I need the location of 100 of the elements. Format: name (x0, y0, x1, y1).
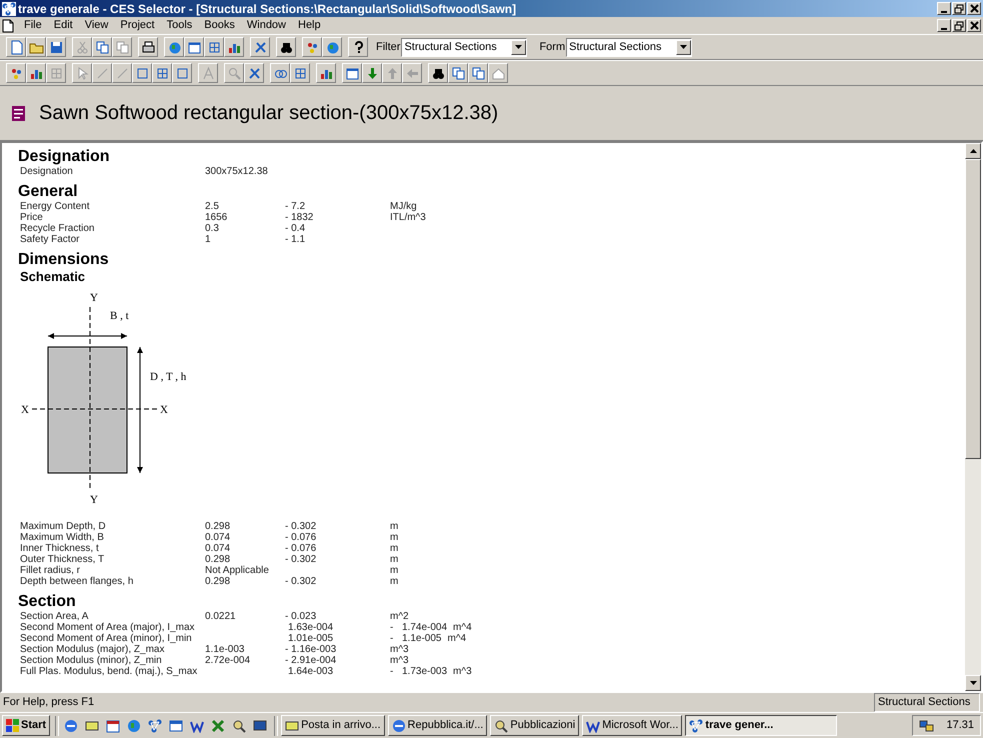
grid-button[interactable] (46, 63, 66, 83)
property-value: - 1832 (285, 212, 314, 223)
rings-button[interactable] (270, 63, 290, 83)
status-panel: Structural Sections (874, 693, 980, 712)
section-heading: Dimensions (18, 251, 109, 269)
copy-button[interactable] (92, 37, 112, 57)
taskbar-button[interactable]: Repubblica.it/... (388, 715, 488, 736)
chart-button[interactable] (224, 37, 244, 57)
menu-item[interactable]: View (78, 17, 114, 34)
unit-label: m^4 (447, 633, 466, 644)
letter-icon (200, 66, 216, 80)
help-button[interactable] (348, 37, 368, 57)
menu-item[interactable]: Books (198, 17, 241, 34)
window-icon (344, 66, 360, 80)
open-folder-button[interactable] (26, 37, 46, 57)
grid-button[interactable] (204, 37, 224, 57)
property-value: - 0.302 (285, 554, 318, 565)
clock: 17.31 (946, 718, 974, 734)
app-icon (2, 2, 16, 16)
window-button[interactable] (342, 63, 362, 83)
window-icon (169, 718, 184, 732)
property-label: Full Plas. Modulus, bend. (maj.), S_max (20, 666, 198, 677)
up-arrow-button[interactable] (382, 63, 402, 83)
range-dash: - (390, 622, 394, 633)
print-button[interactable] (138, 37, 158, 57)
restore-button[interactable] (952, 2, 966, 15)
menu-item[interactable]: Window (240, 17, 292, 34)
dots-button[interactable] (302, 37, 322, 57)
rectangle-button[interactable] (132, 63, 152, 83)
property-value: - 0.076 (285, 532, 318, 543)
property-label: Second Moment of Area (minor), I_min (20, 633, 193, 644)
taskbar-button[interactable]: Microsoft Wor... (582, 715, 682, 736)
network-launcher[interactable] (146, 716, 164, 734)
close-button[interactable] (967, 2, 981, 15)
close-icon (968, 3, 980, 14)
paste-button[interactable] (112, 37, 132, 57)
globe-button[interactable] (322, 37, 342, 57)
section-heading: Designation (18, 148, 110, 166)
taskbar-button[interactable]: Pubblicazioni (490, 715, 580, 736)
unit-label: m^3 (390, 655, 410, 666)
left-arrow-button[interactable] (402, 63, 422, 83)
unit-label: m^3 (453, 666, 472, 677)
pointer-button[interactable] (72, 63, 92, 83)
status-text: For Help, press F1 (3, 695, 96, 710)
property-value: 0.0221 (205, 611, 237, 622)
save-button[interactable] (46, 37, 66, 57)
dropdown-field[interactable]: Structural Sections (401, 38, 528, 56)
zoom-icon (226, 66, 242, 80)
axis-label: X (21, 404, 29, 416)
dropdown-field[interactable]: Structural Sections (566, 38, 692, 56)
restore-button[interactable] (952, 19, 966, 32)
tray-icon (919, 718, 934, 732)
property-value: 0.298 (205, 521, 232, 532)
property-value: - 0.023 (285, 611, 318, 622)
copy-icon (470, 66, 486, 80)
chart-button[interactable] (316, 63, 336, 83)
property-value: 1.1e-003 (205, 644, 246, 655)
dropdown-arrow-icon (514, 44, 524, 50)
close-button[interactable] (967, 19, 981, 32)
menu-item[interactable]: Project (114, 17, 161, 34)
record-icon (12, 106, 25, 120)
line-button[interactable] (92, 63, 112, 83)
section-heading: General (18, 183, 78, 201)
property-value: 1.01e-005 (288, 633, 334, 644)
taskbar-button[interactable]: Posta in arrivo... (281, 715, 385, 736)
property-value: 2.72e-004 (205, 655, 252, 666)
unit-label: m^3 (390, 644, 410, 655)
home-button[interactable] (488, 63, 508, 83)
property-label: Outer Thickness, T (20, 554, 106, 565)
menu-item[interactable]: File (18, 17, 48, 34)
dots-button[interactable] (6, 63, 26, 83)
window-button[interactable] (184, 37, 204, 57)
unit-label: m (390, 576, 400, 587)
axis-label: X (160, 404, 168, 416)
cut-button[interactable] (72, 37, 92, 57)
down-arrow-button[interactable] (362, 63, 382, 83)
copy-button[interactable] (468, 63, 488, 83)
minimize-button[interactable] (937, 19, 951, 32)
unit-label: ITL/m^3 (390, 212, 427, 223)
grid-button[interactable] (152, 63, 172, 83)
menu-item[interactable]: Edit (48, 17, 79, 34)
square-icon (174, 66, 190, 80)
menu-item[interactable]: Help (292, 17, 327, 34)
menu-item[interactable]: Tools (160, 17, 198, 34)
scrollbar[interactable] (965, 143, 981, 691)
property-label: Energy Content (20, 201, 90, 212)
letter-button[interactable] (198, 63, 218, 83)
mail-icon (285, 718, 300, 732)
zoom-button[interactable] (224, 63, 244, 83)
new-document-button[interactable] (6, 37, 26, 57)
minimize-button[interactable] (937, 2, 951, 15)
chart-button[interactable] (26, 63, 46, 83)
globe-icon (127, 718, 142, 732)
taskbar-button[interactable]: trave gener... (685, 715, 838, 736)
property-value: 300x75x12.38 (205, 166, 269, 177)
field-label: Form (539, 40, 566, 55)
w-letter-icon (586, 718, 600, 732)
square-button[interactable] (172, 63, 192, 83)
slanted-line-button[interactable] (112, 63, 132, 83)
start-button[interactable]: Start (2, 715, 50, 736)
